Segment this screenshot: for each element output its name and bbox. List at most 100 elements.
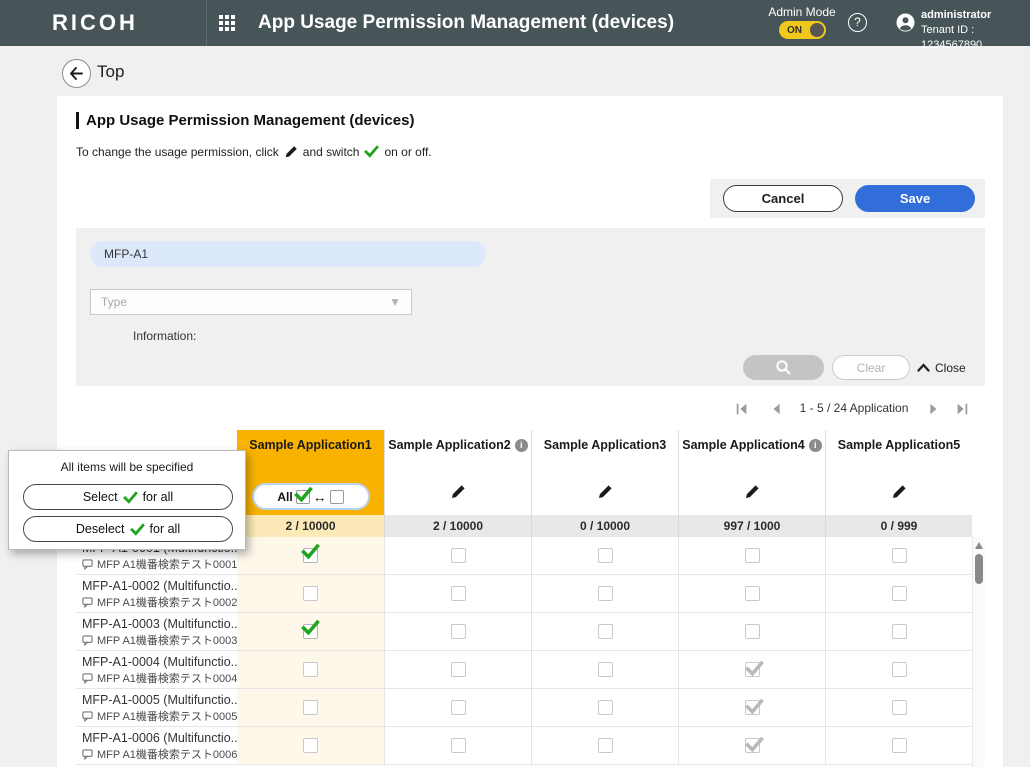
topbar-divider: [206, 0, 207, 46]
permission-checkbox[interactable]: [598, 586, 613, 601]
next-page-icon[interactable]: [926, 402, 940, 416]
column-title: Sample Application4i: [679, 438, 825, 452]
permission-cell: [825, 537, 972, 574]
permission-cell: [237, 689, 384, 726]
usage-count-2: 2 / 10000: [384, 515, 531, 537]
first-page-icon[interactable]: [735, 402, 749, 416]
info-icon[interactable]: i: [809, 439, 822, 452]
permission-checkbox[interactable]: [303, 624, 318, 639]
deselect-all-button[interactable]: Deselect for all: [23, 516, 233, 542]
permission-checkbox[interactable]: [451, 662, 466, 677]
permission-checkbox[interactable]: [892, 548, 907, 563]
device-subname: MFP A1機番検索テスト0006: [82, 746, 235, 762]
permission-cell: [531, 613, 678, 650]
permission-cell: [678, 651, 825, 688]
permission-checkbox[interactable]: [303, 586, 318, 601]
cancel-button[interactable]: Cancel: [723, 185, 843, 212]
permission-checkbox[interactable]: [451, 700, 466, 715]
permission-checkbox[interactable]: [598, 700, 613, 715]
permission-checkbox[interactable]: [745, 548, 760, 563]
permission-checkbox[interactable]: [892, 586, 907, 601]
check-icon: [364, 144, 379, 159]
edit-pencil-button[interactable]: [826, 484, 972, 505]
back-label: Top: [97, 62, 124, 82]
device-subname: MFP A1機番検索テスト0002: [82, 594, 235, 610]
permission-checkbox[interactable]: [303, 662, 318, 677]
popup-message: All items will be specified: [9, 460, 245, 474]
permission-checkbox[interactable]: [303, 548, 318, 563]
last-page-icon[interactable]: [955, 402, 969, 416]
admin-mode-toggle[interactable]: ON: [779, 21, 826, 39]
column-title-text: Sample Application2: [388, 438, 510, 452]
device-subname: MFP A1機番検索テスト0005: [82, 708, 235, 724]
select-all-toggle-button[interactable]: All↔: [252, 483, 370, 510]
clear-button[interactable]: Clear: [832, 355, 910, 380]
column-title: Sample Application2 i: [385, 438, 531, 452]
device-name: MFP-A1-0005 (Multifunctio...: [82, 693, 235, 707]
device-search-input[interactable]: [90, 241, 486, 267]
user-info[interactable]: administrator Tenant ID : 1234567890: [921, 8, 1030, 53]
permission-checkbox[interactable]: [745, 586, 760, 601]
scroll-up-icon[interactable]: [975, 542, 983, 549]
permission-cell: [678, 613, 825, 650]
permission-checkbox: [745, 700, 760, 715]
comment-bubble-icon: [82, 673, 93, 684]
device-name: MFP-A1-0006 (Multifunctio...: [82, 731, 235, 745]
main-card: App Usage Permission Management (devices…: [57, 96, 1003, 767]
type-dropdown[interactable]: Type ▼: [90, 289, 412, 315]
permission-checkbox[interactable]: [598, 548, 613, 563]
instruction-text: To change the usage permission, click an…: [76, 144, 432, 159]
pencil-icon: [284, 145, 298, 159]
scrollbar-thumb[interactable]: [975, 554, 983, 584]
column-title: Sample Application5: [826, 438, 972, 452]
table-row: MFP-A1-0004 (Multifunctio...MFP A1機番検索テス…: [76, 651, 972, 689]
permission-checkbox[interactable]: [598, 662, 613, 677]
permission-checkbox[interactable]: [598, 738, 613, 753]
usage-count-5: 0 / 999: [825, 515, 972, 537]
device-name-cell: MFP-A1-0006 (Multifunctio...MFP A1機番検索テス…: [76, 727, 237, 764]
device-subname: MFP A1機番検索テスト0004: [82, 670, 235, 686]
check-icon: [130, 522, 145, 537]
screen: RICOH App Usage Permission Management (d…: [0, 0, 1030, 767]
help-icon[interactable]: ?: [848, 13, 867, 32]
search-button[interactable]: [743, 355, 824, 380]
permission-cell: [678, 727, 825, 764]
edit-pencil-button[interactable]: [679, 484, 825, 505]
usage-count-1: 2 / 10000: [237, 515, 384, 537]
permission-cell: [531, 689, 678, 726]
prev-page-icon[interactable]: [770, 402, 784, 416]
permission-checkbox[interactable]: [303, 700, 318, 715]
table-row: MFP-A1-0002 (Multifunctio...MFP A1機番検索テス…: [76, 575, 972, 613]
permission-checkbox[interactable]: [451, 738, 466, 753]
close-search-link[interactable]: Close: [917, 355, 966, 380]
permission-checkbox[interactable]: [303, 738, 318, 753]
permission-checkbox[interactable]: [892, 624, 907, 639]
permission-checkbox[interactable]: [451, 624, 466, 639]
table-scrollbar[interactable]: [972, 537, 985, 767]
back-button[interactable]: [62, 59, 91, 88]
save-button[interactable]: Save: [855, 185, 975, 212]
comment-bubble-icon: [82, 635, 93, 646]
page-title: App Usage Permission Management (devices…: [76, 112, 414, 129]
select-all-button[interactable]: Select for all: [23, 484, 233, 510]
dropdown-arrow-icon: ▼: [389, 295, 401, 309]
permission-checkbox[interactable]: [892, 738, 907, 753]
permission-cell: [237, 537, 384, 574]
permission-checkbox[interactable]: [745, 624, 760, 639]
pagination-label: 1 - 5 / 24 Application: [794, 401, 914, 415]
comment-bubble-icon: [82, 559, 93, 570]
column-title-text: Sample Application3: [544, 438, 666, 452]
information-label: Information:: [133, 329, 196, 343]
edit-pencil-button[interactable]: [385, 484, 531, 505]
edit-pencil-button[interactable]: [532, 484, 678, 505]
info-icon[interactable]: i: [515, 439, 528, 452]
permission-checkbox[interactable]: [892, 700, 907, 715]
permission-checkbox[interactable]: [451, 548, 466, 563]
apps-grid-icon[interactable]: [219, 15, 235, 31]
permission-checkbox[interactable]: [451, 586, 466, 601]
permission-cell: [237, 651, 384, 688]
permission-checkbox[interactable]: [892, 662, 907, 677]
permission-checkbox: [745, 738, 760, 753]
permission-checkbox[interactable]: [598, 624, 613, 639]
user-avatar-icon[interactable]: [896, 13, 915, 32]
